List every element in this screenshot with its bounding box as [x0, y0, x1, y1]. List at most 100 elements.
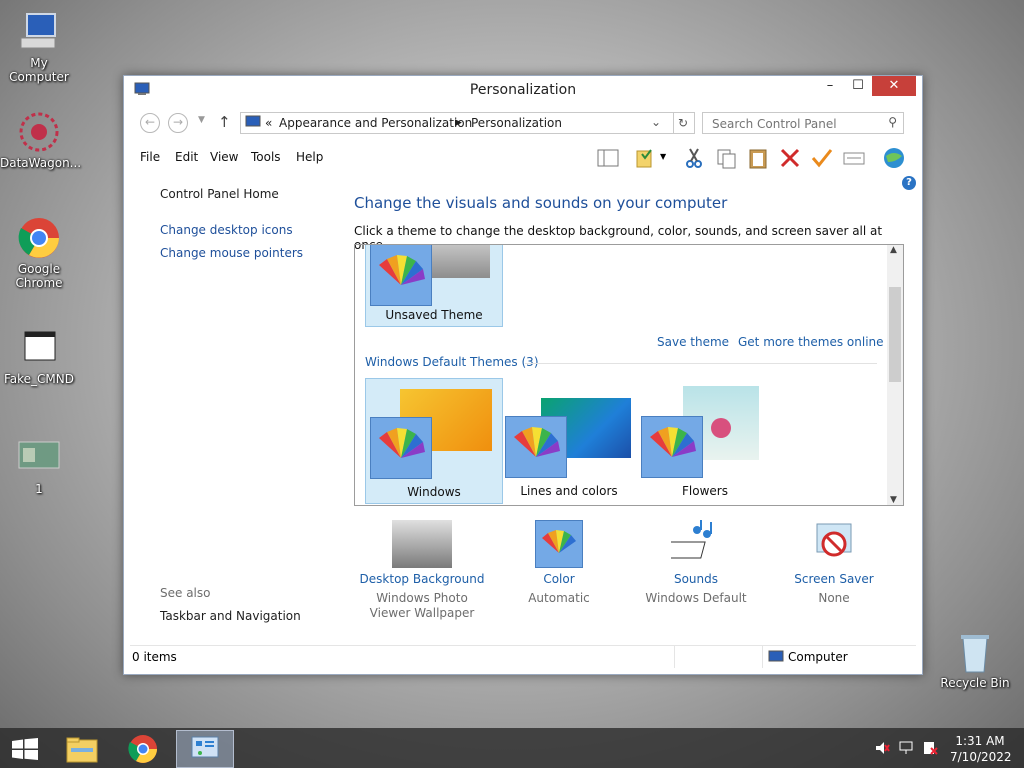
desktop-icon-label: Google Chrome — [15, 262, 63, 290]
save-theme-link[interactable]: Save theme — [657, 335, 729, 349]
page-heading: Change the visuals and sounds on your co… — [354, 194, 728, 212]
taskbar-chrome[interactable] — [116, 730, 172, 766]
see-also-title: See also — [160, 586, 211, 600]
desktop-background-setting[interactable]: Desktop Background Windows Photo Viewer … — [354, 520, 490, 621]
start-button[interactable] — [0, 730, 56, 766]
change-mouse-pointers-link[interactable]: Change mouse pointers — [160, 246, 303, 260]
theme-list-scrollbar[interactable]: ▲ ▼ — [887, 245, 903, 505]
properties-icon[interactable] — [842, 146, 866, 170]
theme-flowers[interactable]: Flowers — [637, 378, 773, 502]
menu-file[interactable]: File — [140, 150, 160, 164]
address-dropdown-icon[interactable]: ⌄ — [651, 115, 661, 129]
status-divider — [762, 646, 763, 668]
network-icon[interactable] — [898, 740, 914, 759]
desktop-icon-label: My Computer — [9, 56, 69, 84]
color-palette-icon — [370, 417, 432, 479]
scroll-down-icon[interactable]: ▼ — [890, 495, 897, 505]
address-bar-row: ← → ▼ ↑ « Appearance and Personalization… — [132, 110, 914, 136]
address-prefix: « — [265, 116, 273, 130]
clock[interactable]: 1:31 AM 7/10/2022 — [950, 733, 1012, 765]
scroll-up-icon[interactable]: ▲ — [890, 245, 897, 255]
copy-icon[interactable] — [714, 146, 738, 170]
recycle-bin-icon — [953, 630, 997, 674]
recent-pages-icon[interactable]: ▼ — [198, 115, 205, 125]
minimize-button[interactable]: – — [816, 76, 844, 96]
menu-help[interactable]: Help — [296, 150, 323, 164]
color-setting[interactable]: Color Automatic — [491, 520, 627, 606]
cut-icon[interactable] — [682, 146, 706, 170]
theme-name: Flowers — [682, 484, 728, 498]
menu-edit[interactable]: Edit — [175, 150, 198, 164]
setting-label: Color — [543, 572, 575, 586]
desktop-icon-label: 1 — [35, 482, 43, 496]
volume-muted-icon[interactable] — [874, 740, 890, 759]
folder-options-dropdown-icon[interactable]: ▼ — [660, 152, 666, 161]
refresh-button[interactable]: ↻ — [672, 112, 695, 134]
checkmark-icon[interactable] — [810, 146, 834, 170]
search-input[interactable] — [710, 116, 884, 132]
taskbar-file-explorer[interactable] — [56, 730, 112, 766]
get-more-themes-link[interactable]: Get more themes online — [738, 335, 884, 349]
desktop-icon-label: DataWagon... — [0, 156, 82, 170]
desktop-icon-datawagon[interactable]: DataWagon... — [0, 110, 82, 170]
search-box: ⚲ — [702, 112, 904, 134]
taskbar-navigation-link[interactable]: Taskbar and Navigation — [160, 609, 301, 623]
theme-name: Lines and colors — [520, 484, 618, 498]
menu-tools[interactable]: Tools — [251, 150, 281, 164]
help-icon[interactable]: ? — [902, 176, 916, 190]
breadcrumb-appearance[interactable]: Appearance and Personalization — [279, 116, 472, 130]
chrome-icon — [17, 216, 61, 260]
desktop-icon-my-computer[interactable]: My Computer — [0, 10, 78, 84]
menu-view[interactable]: View — [210, 150, 238, 164]
maximize-button[interactable]: ☐ — [844, 76, 872, 96]
screen-saver-setting[interactable]: Screen Saver None — [766, 520, 902, 606]
theme-windows[interactable]: Windows — [365, 378, 503, 504]
screen-saver-icon — [809, 520, 859, 568]
setting-label: Desktop Background — [359, 572, 485, 586]
delete-icon[interactable] — [778, 146, 802, 170]
desktop-icon-1[interactable]: 1 — [0, 436, 78, 496]
flower-image — [711, 418, 731, 438]
theme-lines-and-colors[interactable]: Lines and colors — [501, 378, 637, 502]
change-desktop-icons-link[interactable]: Change desktop icons — [160, 223, 293, 237]
taskbar: 1:31 AM 7/10/2022 — [0, 728, 1024, 768]
desktop-icon-recycle-bin[interactable]: Recycle Bin — [936, 630, 1014, 690]
sounds-setting[interactable]: Sounds Windows Default — [628, 520, 764, 606]
sounds-icon — [664, 520, 721, 568]
taskbar-control-panel[interactable] — [176, 730, 234, 768]
close-button[interactable]: ✕ — [872, 76, 916, 96]
title-bar[interactable]: Personalization – ☐ ✕ — [124, 76, 922, 104]
computer-icon — [768, 650, 784, 667]
program-icon — [17, 326, 61, 370]
theme-unsaved[interactable]: Unsaved Theme — [365, 245, 503, 327]
layout-icon[interactable] — [596, 146, 620, 170]
breadcrumb-personalization[interactable]: Personalization — [471, 116, 562, 130]
desktop-icon-fake-cmnd[interactable]: Fake_CMND — [0, 326, 78, 386]
status-location: Computer — [788, 650, 848, 664]
status-bar: 0 items Computer — [130, 645, 916, 668]
desktop-background-image — [392, 520, 452, 568]
globe-icon[interactable] — [882, 146, 906, 170]
folder-options-icon[interactable] — [634, 146, 658, 170]
action-center-icon[interactable] — [922, 740, 938, 759]
status-divider — [674, 646, 675, 668]
control-panel-home-link[interactable]: Control Panel Home — [160, 187, 279, 201]
paste-icon[interactable] — [746, 146, 770, 170]
default-themes-group-title: Windows Default Themes (3) — [365, 355, 539, 369]
window-title: Personalization — [469, 82, 577, 98]
up-button[interactable]: ↑ — [218, 113, 231, 131]
search-icon[interactable]: ⚲ — [888, 115, 897, 129]
back-button[interactable]: ← — [140, 113, 160, 133]
desktop-icon-google-chrome[interactable]: Google Chrome — [0, 216, 78, 290]
address-box[interactable]: « Appearance and Personalization ▶ Perso… — [240, 112, 674, 134]
theme-portrait-image — [432, 245, 490, 278]
theme-name: Unsaved Theme — [385, 308, 483, 322]
control-panel-icon — [190, 735, 220, 766]
personalization-window: Personalization – ☐ ✕ ← → ▼ ↑ « Appearan… — [123, 75, 923, 675]
forward-button[interactable]: → — [168, 113, 188, 133]
desktop-icon-label: Fake_CMND — [3, 372, 74, 386]
address-computer-icon — [245, 115, 261, 132]
scrollbar-thumb[interactable] — [889, 287, 901, 382]
content-area: ? Control Panel Home Change desktop icon… — [130, 172, 916, 644]
clock-time: 1:31 AM — [955, 734, 1005, 748]
